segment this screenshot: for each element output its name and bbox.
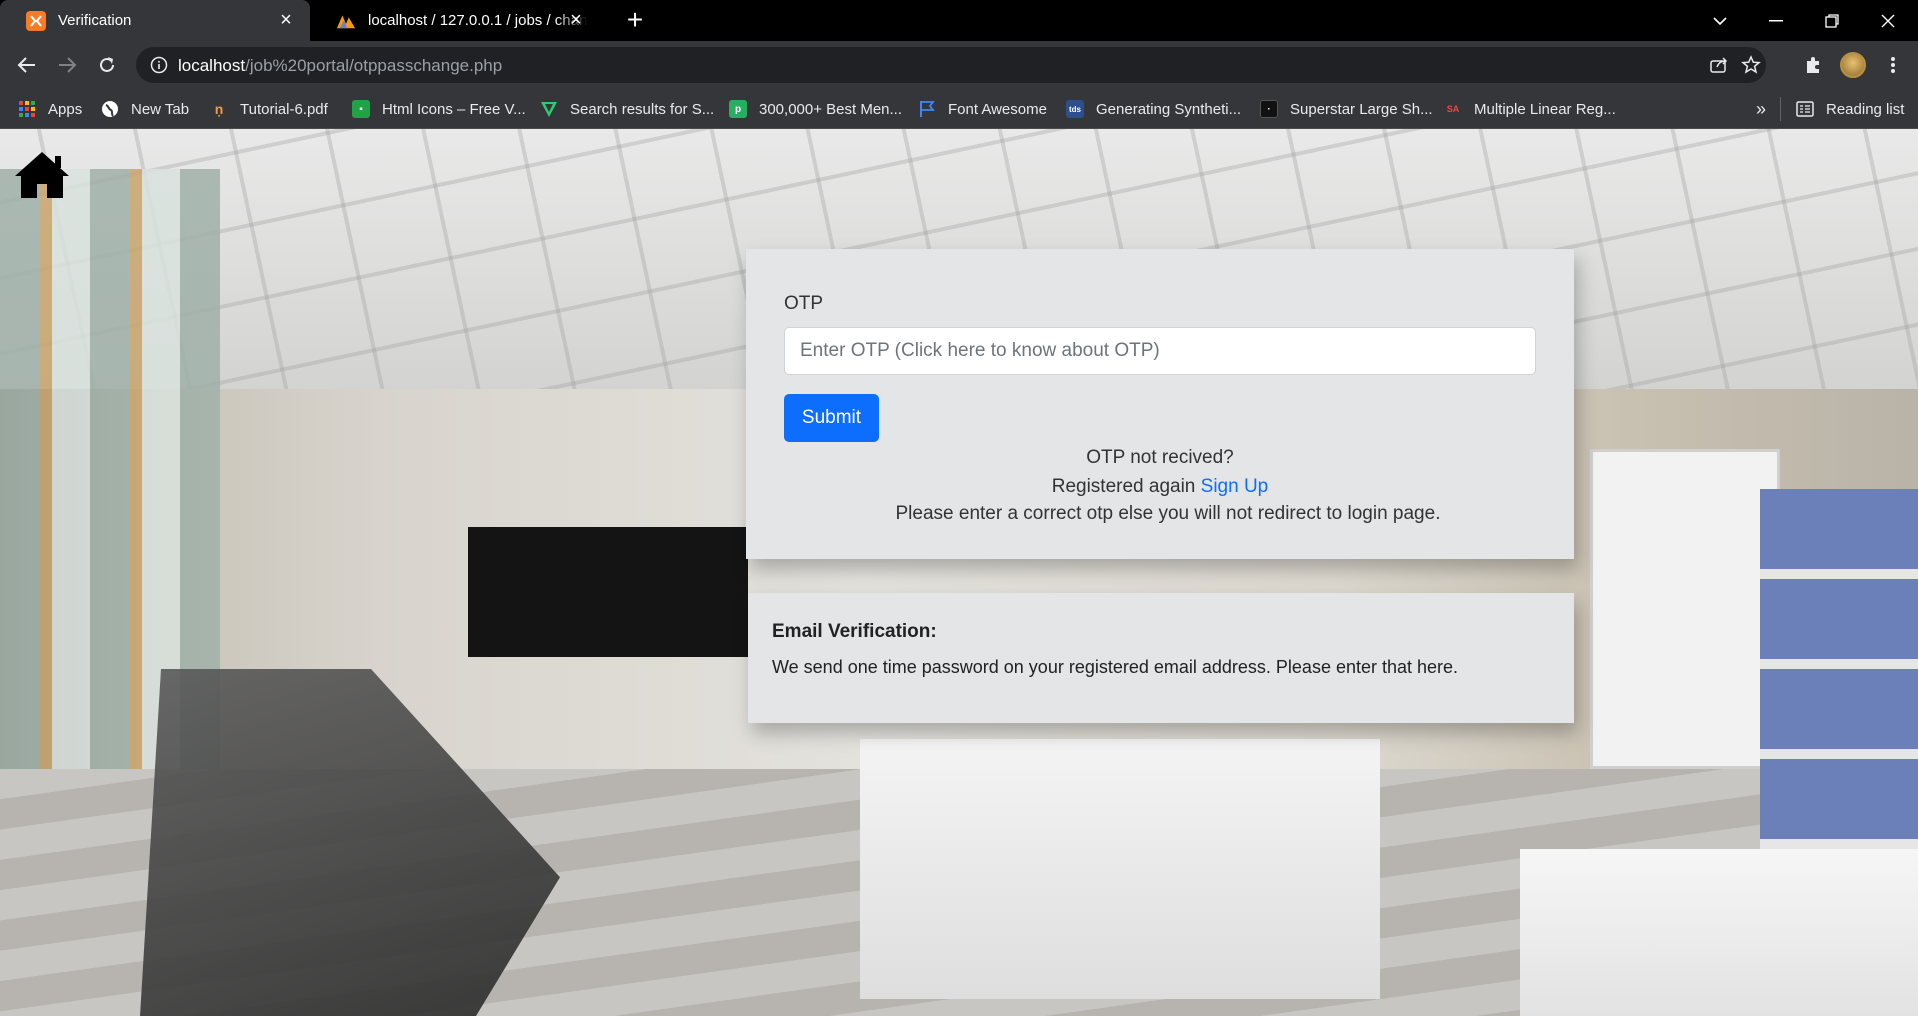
bookmark-label: Apps bbox=[48, 100, 83, 118]
otp-not-received-text: OTP not recived? bbox=[1086, 447, 1234, 468]
forward-button[interactable] bbox=[52, 50, 82, 80]
tds-icon: tds bbox=[1066, 100, 1084, 118]
reading-list-label: Reading list bbox=[1826, 100, 1905, 118]
apps-grid-icon bbox=[18, 100, 36, 118]
sign-up-link[interactable]: Sign Up bbox=[1201, 476, 1269, 497]
desk-image bbox=[1520, 849, 1918, 1016]
close-tab-icon[interactable]: × bbox=[276, 10, 296, 31]
registered-again-text: Registered again bbox=[1051, 476, 1196, 497]
reload-button[interactable] bbox=[92, 50, 122, 80]
share-icon[interactable] bbox=[1708, 54, 1730, 76]
xampp-icon bbox=[26, 10, 46, 31]
menu-icon[interactable] bbox=[1878, 50, 1908, 80]
bookmark-star-icon[interactable] bbox=[1740, 54, 1762, 76]
tab-title: localhost / 127.0.0.1 / jobs / chan bbox=[368, 12, 588, 29]
flag-icon bbox=[918, 100, 936, 118]
otp-input[interactable] bbox=[784, 327, 1536, 375]
otp-warning-text: Please enter a correct otp else you will… bbox=[895, 503, 1441, 524]
info-text: We send one time password on your regist… bbox=[772, 657, 1459, 677]
superstar-icon: · bbox=[1260, 100, 1278, 118]
pdf-icon: ṇ bbox=[214, 101, 224, 117]
bookmark-superstar[interactable]: · Superstar Large Sh... bbox=[1260, 97, 1433, 121]
home-icon[interactable] bbox=[13, 150, 71, 198]
bookmark-label: Search results for S... bbox=[570, 100, 715, 118]
bookmark-multiple-linear-reg[interactable]: SA Multiple Linear Reg... bbox=[1444, 97, 1616, 121]
browser-toolbar: localhost/job%20portal/otppasschange.php bbox=[0, 41, 1918, 89]
restore-icon[interactable] bbox=[1804, 0, 1860, 41]
page-viewport: OTP Submit OTP not recived? Registered a… bbox=[0, 129, 1918, 1016]
close-tab-icon[interactable]: × bbox=[566, 10, 586, 31]
info-title: Email Verification: bbox=[772, 621, 937, 642]
phpmyadmin-icon bbox=[336, 11, 356, 31]
bookmark-label: Tutorial-6.pdf bbox=[240, 100, 328, 118]
bookmark-tutorial-pdf[interactable]: ṇ Tutorial-6.pdf bbox=[210, 97, 328, 121]
bookmark-pixabay[interactable]: p 300,000+ Best Men... bbox=[729, 97, 902, 121]
divider bbox=[1780, 97, 1781, 121]
bookmark-label: Superstar Large Sh... bbox=[1290, 100, 1433, 118]
email-verification-card: Email Verification: We send one time pas… bbox=[748, 593, 1574, 723]
otp-form-card: OTP Submit OTP not recived? Registered a… bbox=[746, 249, 1574, 559]
bookmark-label: Font Awesome bbox=[948, 100, 1047, 118]
bookmark-label: Html Icons – Free V... bbox=[382, 100, 526, 118]
url-text: localhost/job%20portal/otppasschange.php bbox=[178, 56, 503, 75]
tab-title: Verification bbox=[58, 12, 132, 29]
reading-list-icon bbox=[1796, 100, 1814, 118]
tv-image bbox=[468, 527, 748, 657]
extensions-icon[interactable] bbox=[1798, 50, 1828, 80]
desk-image bbox=[860, 739, 1380, 999]
tab-phpmyadmin[interactable]: localhost / 127.0.0.1 / jobs / chan × bbox=[310, 0, 600, 41]
bookmark-label: Multiple Linear Reg... bbox=[1474, 100, 1616, 118]
bookmark-new-tab[interactable]: New Tab bbox=[101, 97, 189, 121]
bookmark-generating-synthetic[interactable]: tds Generating Syntheti... bbox=[1066, 97, 1241, 121]
search-results-icon bbox=[540, 100, 558, 118]
globe-icon bbox=[101, 100, 119, 118]
close-window-icon[interactable] bbox=[1860, 0, 1916, 41]
bookmark-font-awesome[interactable]: Font Awesome bbox=[918, 97, 1047, 121]
otp-label: OTP bbox=[784, 293, 824, 314]
site-info-icon[interactable] bbox=[150, 56, 168, 79]
whiteboard-image bbox=[1590, 449, 1780, 769]
html-icons-icon: ▪ bbox=[352, 100, 370, 118]
new-tab-button[interactable]: + bbox=[620, 6, 650, 36]
pixabay-icon: p bbox=[729, 100, 747, 118]
bookmarks-bar: Apps New Tab ṇ Tutorial-6.pdf ▪ Html Ico… bbox=[0, 89, 1918, 129]
address-bar[interactable]: localhost/job%20portal/otppasschange.php bbox=[136, 47, 1766, 83]
bookmark-label: Generating Syntheti... bbox=[1096, 100, 1242, 118]
reading-list-button[interactable]: Reading list bbox=[1796, 97, 1904, 121]
back-button[interactable] bbox=[12, 50, 42, 80]
bookmark-label: 300,000+ Best Men... bbox=[759, 100, 903, 118]
sa-icon: SA bbox=[1446, 104, 1460, 114]
tab-search-icon[interactable] bbox=[1692, 0, 1748, 41]
bookmark-search-results[interactable]: Search results for S... bbox=[540, 97, 714, 121]
bookmarks-overflow-chevron-icon[interactable]: » bbox=[1756, 97, 1766, 121]
bookmark-label: New Tab bbox=[131, 100, 190, 118]
minimize-icon[interactable] bbox=[1748, 0, 1804, 41]
bookmark-html-icons[interactable]: ▪ Html Icons – Free V... bbox=[352, 97, 526, 121]
profile-avatar[interactable] bbox=[1838, 50, 1868, 80]
tab-verification[interactable]: Verification × bbox=[0, 0, 310, 41]
registered-again-line: Registered again Sign Up bbox=[746, 476, 1574, 498]
submit-button[interactable]: Submit bbox=[784, 394, 879, 442]
bookmark-apps[interactable]: Apps bbox=[18, 97, 82, 121]
chair-image bbox=[140, 669, 560, 1016]
cabinet-image bbox=[1760, 489, 1918, 909]
tab-strip: Verification × localhost / 127.0.0.1 / j… bbox=[0, 0, 1918, 41]
